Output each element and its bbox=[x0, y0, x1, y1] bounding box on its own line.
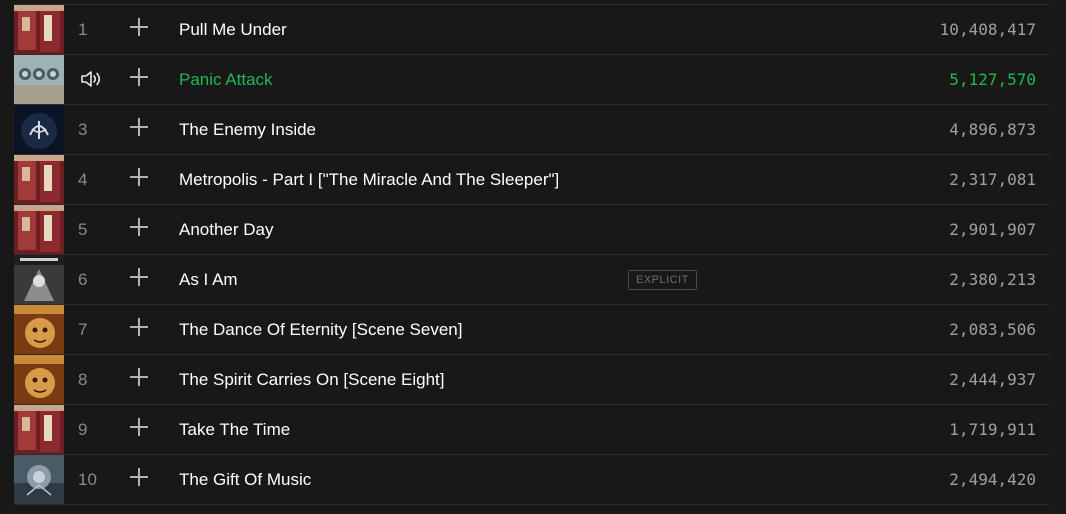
album-cover bbox=[14, 255, 64, 304]
track-row[interactable]: 4 Metropolis - Part I ["The Miracle And … bbox=[14, 155, 1050, 205]
track-number: 10 bbox=[78, 469, 97, 489]
play-count: 10,408,417 bbox=[939, 20, 1036, 39]
album-cover bbox=[14, 155, 64, 204]
add-track-button[interactable] bbox=[128, 116, 150, 138]
track-title[interactable]: The Gift Of Music bbox=[179, 470, 311, 490]
album-cover bbox=[14, 105, 64, 154]
speaker-icon[interactable] bbox=[80, 69, 104, 89]
track-title[interactable]: The Dance Of Eternity [Scene Seven] bbox=[179, 320, 462, 340]
track-number: 5 bbox=[78, 219, 88, 239]
album-cover bbox=[14, 405, 64, 454]
album-cover bbox=[14, 355, 64, 404]
play-count: 1,719,911 bbox=[949, 420, 1036, 439]
track-title[interactable]: Take The Time bbox=[179, 420, 290, 440]
track-number: 7 bbox=[78, 319, 88, 339]
track-number: 3 bbox=[78, 119, 88, 139]
album-cover bbox=[14, 205, 64, 254]
track-number: 4 bbox=[78, 169, 88, 189]
play-count: 2,901,907 bbox=[949, 220, 1036, 239]
track-row[interactable]: 7 The Dance Of Eternity [Scene Seven] 2,… bbox=[14, 305, 1050, 355]
track-row[interactable]: 10 The Gift Of Music 2,494,420 bbox=[14, 455, 1050, 505]
play-count: 2,317,081 bbox=[949, 170, 1036, 189]
add-track-button[interactable] bbox=[128, 366, 150, 388]
add-track-button[interactable] bbox=[128, 66, 150, 88]
track-title[interactable]: As I Am bbox=[179, 270, 238, 290]
play-count: 2,380,213 bbox=[949, 270, 1036, 289]
explicit-badge: EXPLICIT bbox=[628, 270, 697, 290]
play-count: 2,494,420 bbox=[949, 470, 1036, 489]
track-number: 9 bbox=[78, 419, 88, 439]
track-title[interactable]: The Spirit Carries On [Scene Eight] bbox=[179, 370, 445, 390]
play-count: 4,896,873 bbox=[949, 120, 1036, 139]
track-row[interactable]: 5 Another Day 2,901,907 bbox=[14, 205, 1050, 255]
track-row[interactable]: 6 As I Am EXPLICIT 2,380,213 bbox=[14, 255, 1050, 305]
play-count: 2,083,506 bbox=[949, 320, 1036, 339]
track-title[interactable]: The Enemy Inside bbox=[179, 120, 316, 140]
album-cover bbox=[14, 305, 64, 354]
album-cover bbox=[14, 5, 64, 54]
add-track-button[interactable] bbox=[128, 16, 150, 38]
track-title[interactable]: Another Day bbox=[179, 220, 274, 240]
track-title[interactable]: Pull Me Under bbox=[179, 20, 287, 40]
album-cover bbox=[14, 55, 64, 104]
play-count: 2,444,937 bbox=[949, 370, 1036, 389]
play-count: 5,127,570 bbox=[949, 70, 1036, 89]
track-number: 8 bbox=[78, 369, 88, 389]
track-list: 1 Pull Me Under 10,408,417 Panic Attack … bbox=[14, 4, 1050, 505]
track-row[interactable]: 1 Pull Me Under 10,408,417 bbox=[14, 4, 1050, 55]
track-row[interactable]: 3 The Enemy Inside 4,896,873 bbox=[14, 105, 1050, 155]
add-track-button[interactable] bbox=[128, 466, 150, 488]
track-title[interactable]: Panic Attack bbox=[179, 70, 273, 90]
add-track-button[interactable] bbox=[128, 266, 150, 288]
track-title[interactable]: Metropolis - Part I ["The Miracle And Th… bbox=[179, 170, 559, 190]
album-cover bbox=[14, 455, 64, 504]
track-row[interactable]: 8 The Spirit Carries On [Scene Eight] 2,… bbox=[14, 355, 1050, 405]
track-number: 1 bbox=[78, 19, 88, 39]
track-number: 6 bbox=[78, 269, 88, 289]
add-track-button[interactable] bbox=[128, 416, 150, 438]
add-track-button[interactable] bbox=[128, 166, 150, 188]
track-row[interactable]: 9 Take The Time 1,719,911 bbox=[14, 405, 1050, 455]
track-row-playing[interactable]: Panic Attack 5,127,570 bbox=[14, 55, 1050, 105]
add-track-button[interactable] bbox=[128, 316, 150, 338]
add-track-button[interactable] bbox=[128, 216, 150, 238]
